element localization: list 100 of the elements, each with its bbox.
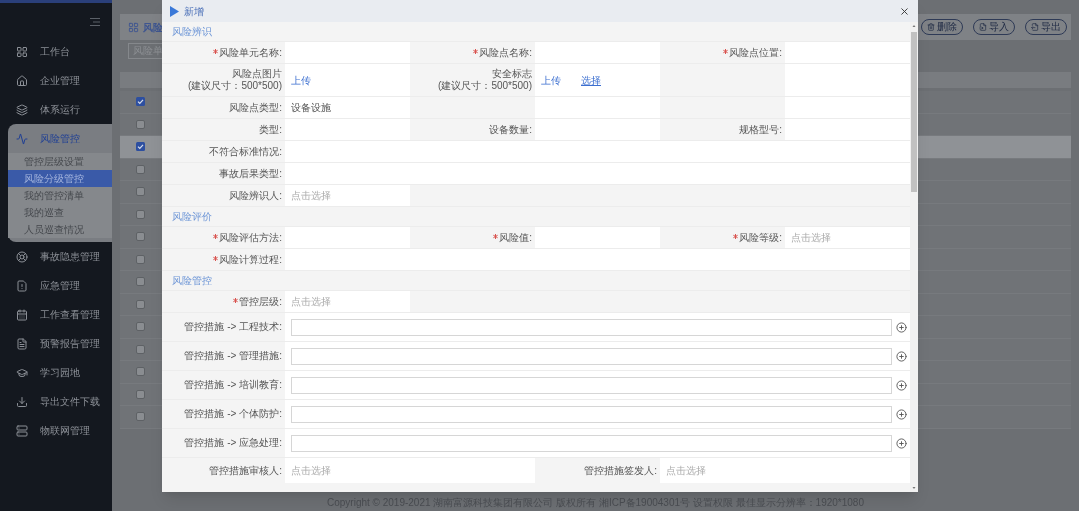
field-label: 规格型号: [739, 123, 782, 136]
grid-icon [128, 21, 139, 33]
download-icon [16, 395, 28, 408]
checkbox[interactable] [136, 322, 145, 332]
scrollbar[interactable] [910, 22, 918, 492]
input-field[interactable] [291, 318, 892, 336]
field-label: 风险单元名称: [219, 46, 282, 59]
sidebar-item[interactable]: 物联网管理 [0, 416, 112, 445]
input-field[interactable] [785, 119, 910, 140]
file-icon [979, 23, 987, 31]
checkbox[interactable] [136, 97, 145, 107]
required-icon [473, 48, 479, 54]
field-label: 管控措施审核人: [209, 464, 282, 477]
checkbox[interactable] [136, 277, 145, 287]
section-title: 风险管控 [172, 274, 212, 288]
submenu-item[interactable]: 我的巡查 [8, 204, 112, 221]
field-label: 风险点类型: [229, 101, 282, 114]
field-label: 风险点位置: [729, 46, 782, 59]
sidebar-item[interactable]: 工作查看管理 [0, 300, 112, 329]
select-field[interactable]: 点击选择 [285, 185, 410, 206]
field-label: 风险等级: [739, 231, 782, 244]
input-field[interactable] [291, 376, 892, 394]
select-field[interactable]: 点击选择 [285, 291, 410, 312]
checkbox[interactable] [136, 187, 145, 197]
select-field[interactable]: 点击选择 [785, 227, 910, 248]
field-label: 风险辨识人: [229, 189, 282, 202]
lifebuoy-icon [16, 250, 28, 263]
field-label: 管控措施 -> 管理措施: [184, 350, 282, 362]
play-icon [170, 5, 179, 17]
field-label: 风险计算过程: [219, 253, 282, 266]
field-label: 类型: [259, 123, 282, 136]
home-icon [16, 74, 28, 87]
grid-icon [16, 45, 28, 58]
server-icon [16, 424, 28, 437]
select-field[interactable]: 点击选择 [660, 458, 910, 483]
wave-icon [16, 132, 28, 145]
document-icon [16, 337, 28, 350]
sidebar-item[interactable]: 导出文件下载 [0, 387, 112, 416]
required-icon [723, 48, 729, 54]
section-title: 风险评价 [172, 210, 212, 224]
add-icon[interactable] [896, 437, 907, 449]
menu-icon[interactable] [90, 17, 100, 27]
field-label: 管控措施 -> 个体防护: [184, 408, 282, 420]
add-icon[interactable] [896, 379, 907, 391]
checkbox[interactable] [136, 119, 145, 129]
checkbox[interactable] [136, 367, 145, 377]
input-field[interactable] [285, 141, 910, 162]
checkbox[interactable] [136, 299, 145, 309]
upload-link[interactable]: 上传 [541, 72, 561, 88]
input-field[interactable] [285, 163, 910, 184]
required-icon [733, 233, 739, 239]
select-link[interactable]: 选择 [581, 72, 601, 88]
checkbox[interactable] [136, 164, 145, 174]
checkbox[interactable] [136, 209, 145, 219]
sidebar-item[interactable]: 工作台 [0, 37, 112, 66]
field-label: 管控措施 -> 工程技术: [184, 321, 282, 333]
checkbox[interactable] [136, 389, 145, 399]
field-label: 不符合标准情况: [209, 145, 282, 158]
sidebar-item[interactable]: 应急管理 [0, 271, 112, 300]
field-label: 管控措施 -> 应急处理: [184, 437, 282, 449]
file-icon [1031, 23, 1039, 31]
field-label: 事故后果类型: [219, 167, 282, 180]
field-label: 风险点图片 (建议尺寸：500*500) [188, 68, 282, 92]
required-icon [213, 255, 219, 261]
field-label: 风险值: [499, 231, 532, 244]
required-icon [213, 48, 219, 54]
sidebar-item[interactable]: 学习园地 [0, 358, 112, 387]
sidebar-item[interactable]: 体系运行 [0, 95, 112, 124]
field-label: 管控措施签发人: [584, 464, 657, 477]
layers-icon [16, 103, 28, 116]
upload-link[interactable]: 上传 [291, 72, 311, 88]
select-field[interactable]: 点击选择 [285, 458, 535, 483]
field-label: 风险点名称: [479, 46, 532, 59]
calendar-icon [16, 308, 28, 321]
sidebar-item[interactable]: 企业管理 [0, 66, 112, 95]
checkbox[interactable] [136, 232, 145, 242]
page-title: 风险 [143, 20, 163, 35]
sidebar-item[interactable]: 事故隐患管理 [0, 242, 112, 271]
field-label: 风险评估方法: [219, 231, 282, 244]
section-title: 风险辨识 [172, 25, 212, 39]
input-field[interactable] [291, 405, 892, 423]
add-icon[interactable] [896, 350, 907, 362]
sidebar-item[interactable]: 预警报告管理 [0, 329, 112, 358]
input-field[interactable] [291, 347, 892, 365]
sidebar-item[interactable]: 风险管控 [0, 124, 112, 153]
field-label: 安全标志 (建议尺寸：500*500) [438, 68, 532, 92]
close-icon[interactable] [899, 5, 910, 17]
checkbox[interactable] [136, 142, 145, 152]
checkbox[interactable] [136, 254, 145, 264]
document-icon [16, 279, 28, 292]
field-label: 设备数量: [489, 123, 532, 136]
trash-icon [927, 23, 935, 31]
add-icon[interactable] [896, 408, 907, 420]
add-icon[interactable] [896, 321, 907, 333]
submenu-item[interactable]: 风险分级管控 [8, 170, 112, 187]
input-field[interactable] [291, 434, 892, 452]
checkbox[interactable] [136, 412, 145, 422]
input-field[interactable] [785, 42, 910, 63]
required-icon [233, 297, 239, 303]
checkbox[interactable] [136, 344, 145, 354]
